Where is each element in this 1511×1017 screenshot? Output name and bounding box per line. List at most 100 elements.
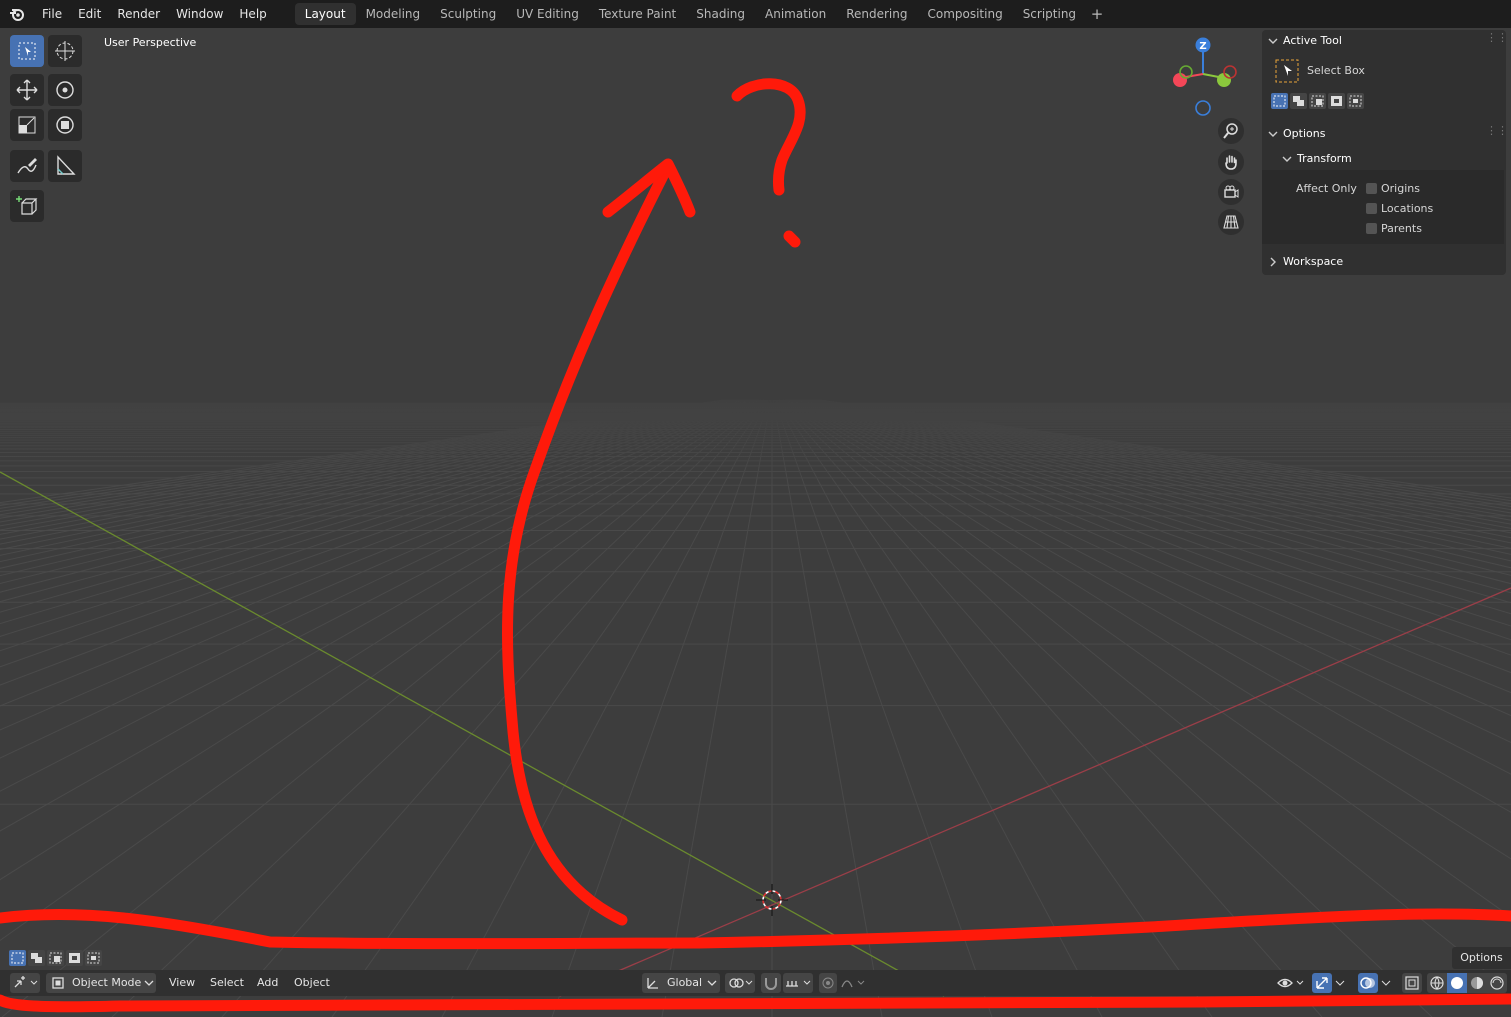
- menu-file[interactable]: File: [34, 0, 70, 28]
- annotate-tool[interactable]: [10, 150, 44, 182]
- top-menu-bar: File Edit Render Window Help Layout Mode…: [0, 0, 1511, 28]
- menu-view[interactable]: View: [169, 974, 195, 992]
- chevron-right-icon[interactable]: [1268, 257, 1278, 267]
- active-tool-header[interactable]: Active Tool: [1283, 34, 1342, 47]
- gizmo-dropdown[interactable]: [1334, 973, 1348, 993]
- origins-checkbox[interactable]: [1366, 183, 1377, 194]
- select-mode-buttons[interactable]: [8, 949, 104, 967]
- x-axis-line: [559, 587, 1511, 997]
- locations-checkbox[interactable]: [1366, 203, 1377, 214]
- perspective-toggle-button[interactable]: [1218, 209, 1244, 235]
- menu-window[interactable]: Window: [168, 0, 231, 28]
- shading-mode-buttons[interactable]: [1427, 973, 1507, 993]
- annotate-icon: [17, 158, 37, 174]
- blender-logo-icon[interactable]: [0, 0, 34, 28]
- grid-line: [221, 399, 767, 1017]
- proportional-editing-toggle[interactable]: [819, 973, 837, 993]
- snap-increment-icon: [786, 980, 811, 987]
- view-perspective-label: User Perspective: [104, 36, 197, 49]
- grid-line: [0, 399, 757, 731]
- camera-view-button[interactable]: [1218, 179, 1244, 205]
- workspace-tabs: Layout Modeling Sculpting UV Editing Tex…: [294, 0, 1108, 28]
- pivot-point-dropdown[interactable]: [725, 973, 755, 993]
- scale-icon: [18, 116, 36, 134]
- zoom-icon: [1223, 123, 1238, 139]
- scale-tool[interactable]: [10, 109, 44, 141]
- drag-handle-icon[interactable]: ⋮⋮: [1486, 31, 1508, 44]
- grid-line: [819, 399, 1511, 499]
- select-box-tool[interactable]: [10, 35, 44, 67]
- locations-label[interactable]: Locations: [1381, 202, 1433, 215]
- tab-modeling[interactable]: Modeling: [356, 3, 431, 25]
- origins-label[interactable]: Origins: [1381, 182, 1420, 195]
- tab-sculpting[interactable]: Sculpting: [430, 3, 506, 25]
- tab-texture-paint[interactable]: Texture Paint: [589, 3, 686, 25]
- rotate-tool[interactable]: [48, 74, 82, 106]
- transform-header[interactable]: Transform: [1297, 152, 1352, 165]
- zoom-button[interactable]: [1218, 118, 1244, 144]
- grid-line: [661, 399, 772, 1017]
- svg-text:Z: Z: [1199, 41, 1206, 52]
- overlays-toggle[interactable]: [1358, 973, 1378, 993]
- cursor-tool[interactable]: [48, 35, 82, 67]
- menu-object[interactable]: Object: [294, 974, 330, 992]
- shading-modes-icon: [1430, 973, 1504, 993]
- workspace-header[interactable]: Workspace: [1283, 255, 1343, 268]
- tab-compositing[interactable]: Compositing: [917, 3, 1012, 25]
- drag-handle-icon[interactable]: ⋮⋮: [1486, 124, 1508, 137]
- selection-mode-buttons[interactable]: [1270, 92, 1366, 110]
- measure-tool[interactable]: [48, 150, 82, 182]
- snap-toggle[interactable]: [761, 973, 781, 993]
- menu-render[interactable]: Render: [109, 0, 168, 28]
- pan-button[interactable]: [1218, 149, 1244, 175]
- grid-perspective-icon: [1223, 215, 1239, 229]
- menu-select[interactable]: Select: [210, 974, 244, 992]
- select-box-icon: [18, 42, 36, 60]
- tab-uv-editing[interactable]: UV Editing: [506, 3, 589, 25]
- options-button[interactable]: Options: [1452, 947, 1511, 969]
- chevron-down-icon[interactable]: [1268, 36, 1278, 46]
- transform-icon: [56, 116, 74, 134]
- menu-edit[interactable]: Edit: [70, 0, 109, 28]
- add-cube-tool[interactable]: [10, 190, 44, 222]
- menu-add[interactable]: Add: [257, 974, 278, 992]
- grid-line: [1, 399, 764, 1017]
- grid-line: [0, 399, 763, 942]
- tab-animation[interactable]: Animation: [755, 3, 836, 25]
- xray-toggle[interactable]: [1402, 973, 1422, 993]
- chevron-down-icon[interactable]: [1268, 129, 1278, 139]
- chevron-down-icon: [1381, 980, 1391, 986]
- falloff-dropdown[interactable]: [839, 973, 869, 993]
- visibility-dropdown[interactable]: [1276, 973, 1308, 993]
- tab-scripting[interactable]: Scripting: [1013, 3, 1086, 25]
- chevron-down-icon[interactable]: [1282, 154, 1292, 164]
- tab-layout[interactable]: Layout: [294, 3, 356, 25]
- orientation-dropdown[interactable]: Global: [642, 973, 720, 993]
- tab-shading[interactable]: Shading: [686, 3, 755, 25]
- grid-line: [0, 399, 760, 792]
- snap-target-dropdown[interactable]: [783, 973, 813, 993]
- parents-checkbox[interactable]: [1366, 223, 1377, 234]
- overlays-dropdown[interactable]: [1380, 973, 1394, 993]
- parents-label[interactable]: Parents: [1381, 222, 1422, 235]
- tab-rendering[interactable]: Rendering: [836, 3, 917, 25]
- navigation-gizmo[interactable]: Z: [1164, 32, 1242, 122]
- grid-line: [773, 399, 993, 1017]
- grid-line: [816, 399, 1511, 507]
- menu-help[interactable]: Help: [231, 0, 274, 28]
- grid-line: [551, 399, 771, 1017]
- options-header[interactable]: Options: [1283, 127, 1325, 140]
- move-tool[interactable]: [10, 74, 44, 106]
- mode-dropdown[interactable]: Object Mode: [46, 973, 156, 993]
- editor-type-button[interactable]: [10, 973, 40, 993]
- grid-line: [813, 399, 1511, 514]
- grid-line: [776, 399, 1213, 1017]
- editor-type-icon: [14, 976, 38, 988]
- transform-tool[interactable]: [48, 109, 82, 141]
- grid-line: [0, 399, 733, 527]
- gizmo-toggle[interactable]: [1312, 973, 1332, 993]
- cursor-icon: [55, 41, 75, 61]
- chevron-down-icon: [1335, 980, 1345, 986]
- add-workspace-button[interactable]: +: [1086, 5, 1108, 23]
- select-box-icon: [1275, 59, 1299, 83]
